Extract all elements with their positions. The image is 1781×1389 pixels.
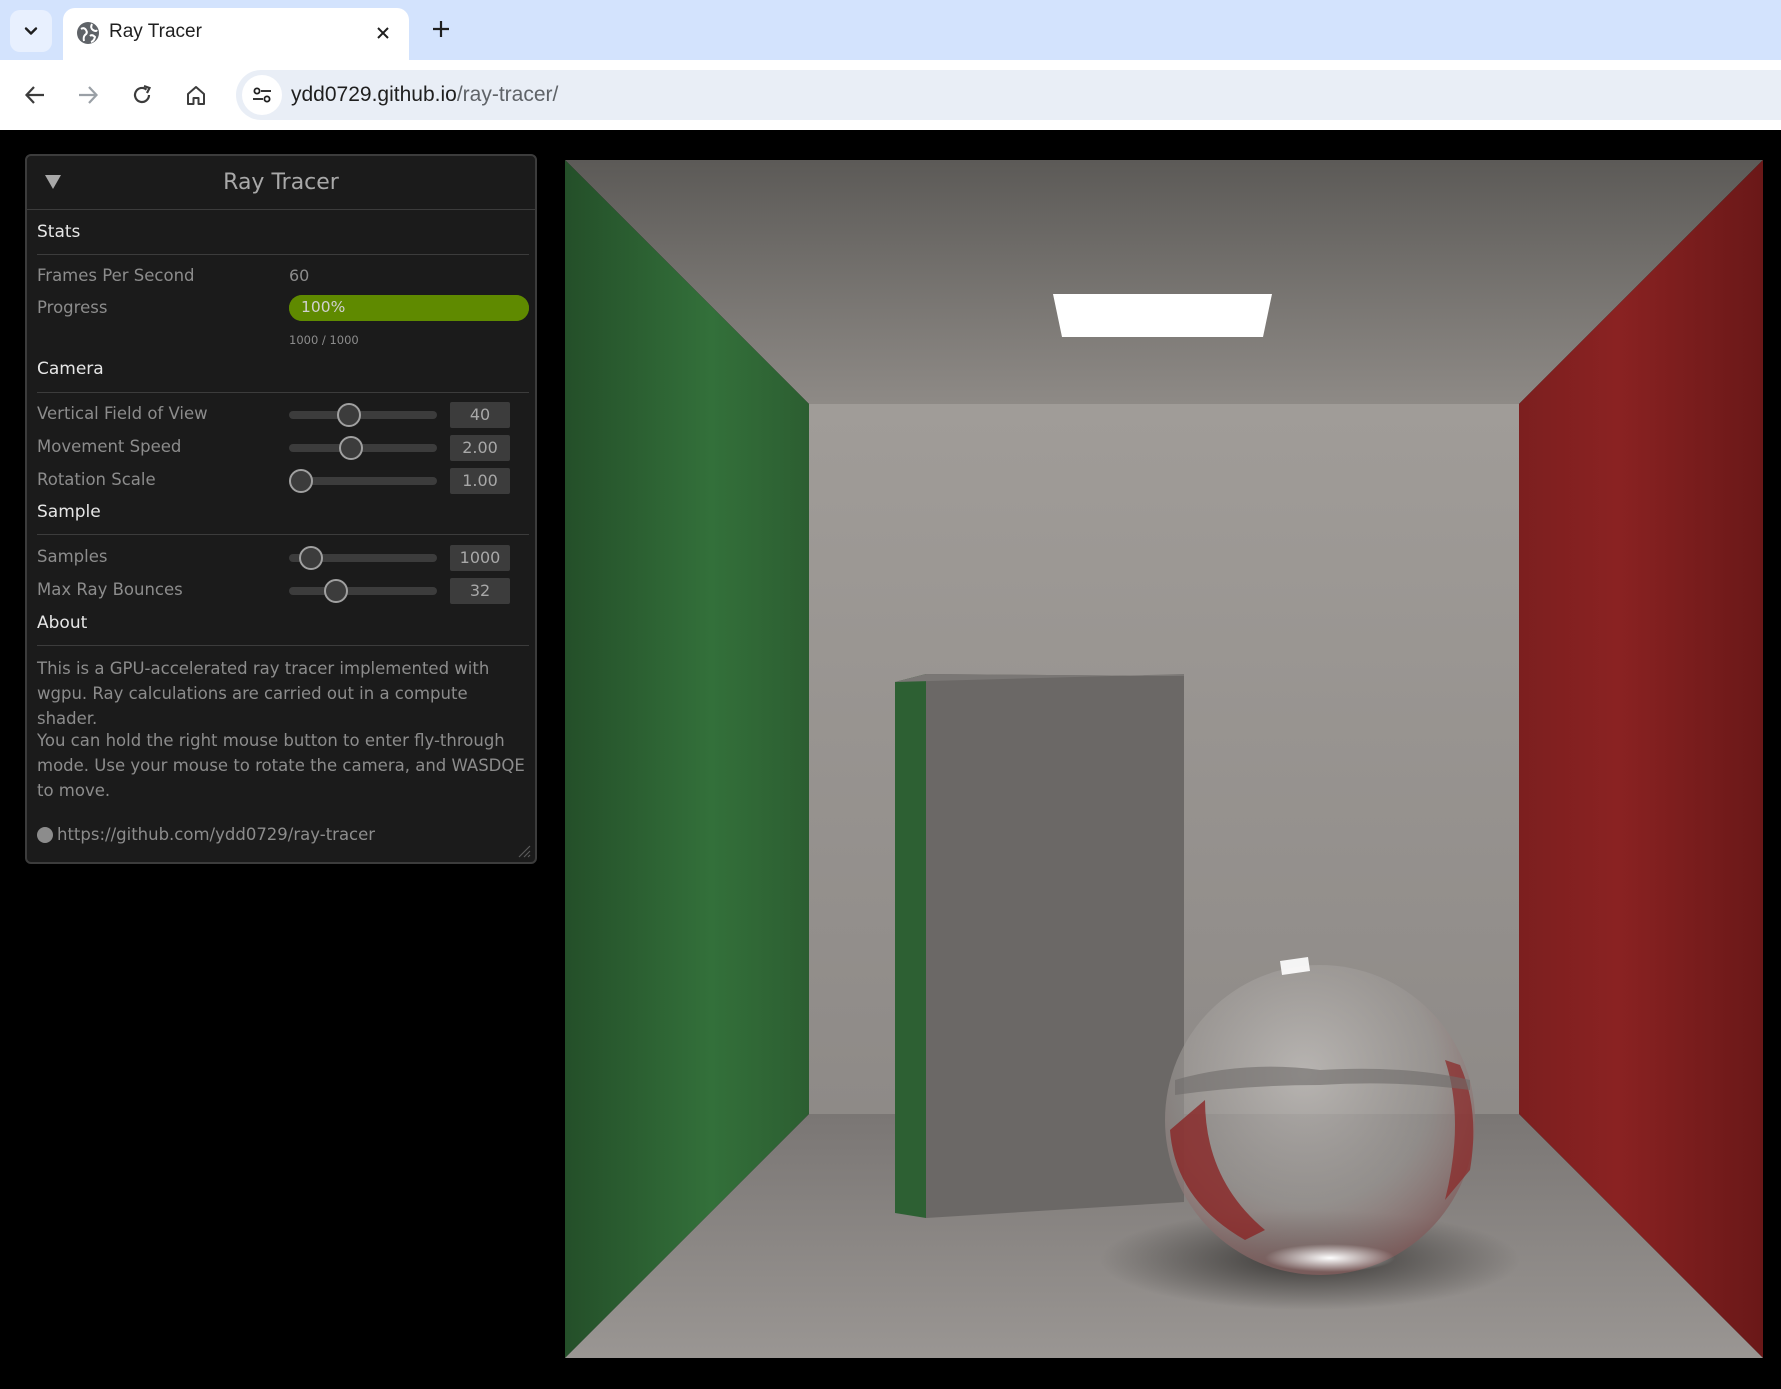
section-stats[interactable]: Stats: [37, 222, 80, 242]
bounces-value-input[interactable]: 32: [450, 578, 510, 604]
progress-count: 1000 / 1000: [289, 333, 359, 347]
slider-track: [289, 587, 437, 595]
fov-slider[interactable]: [289, 403, 437, 427]
tune-icon: [253, 87, 271, 103]
about-paragraph-1: This is a GPU-accelerated ray tracer imp…: [37, 659, 490, 728]
tab-title: Ray Tracer: [109, 21, 202, 42]
panel-header[interactable]: Ray Tracer: [27, 156, 535, 210]
close-tab-icon[interactable]: [369, 19, 397, 47]
cornell-box-render: [565, 160, 1763, 1358]
tab-strip: Ray Tracer: [0, 0, 1781, 60]
section-sample[interactable]: Sample: [37, 502, 101, 522]
rotation-value-input[interactable]: 1.00: [450, 468, 510, 494]
samples-label: Samples: [37, 547, 108, 566]
new-tab-button[interactable]: [424, 12, 458, 46]
url-text: ydd0729.github.io/ray-tracer/: [291, 83, 558, 107]
divider: [37, 534, 529, 535]
samples-value-input[interactable]: 1000: [450, 545, 510, 571]
speed-slider[interactable]: [289, 436, 437, 460]
rotation-slider[interactable]: [289, 469, 437, 493]
fps-value: 60: [289, 266, 310, 285]
section-camera[interactable]: Camera: [37, 359, 104, 379]
progress-bar: 100%: [289, 295, 529, 321]
rotation-label: Rotation Scale: [37, 470, 156, 489]
github-link[interactable]: https://github.com/ydd0729/ray-tracer: [37, 825, 375, 844]
ceiling-light: [1053, 294, 1272, 337]
forward-arrow-icon: [79, 86, 99, 104]
slider-knob[interactable]: [298, 546, 323, 570]
fps-label: Frames Per Second: [37, 266, 195, 285]
chevron-down-icon: [24, 27, 38, 35]
url-path: /ray-tracer/: [456, 83, 559, 106]
speed-value-input[interactable]: 2.00: [450, 435, 510, 461]
samples-slider[interactable]: [289, 546, 437, 570]
plus-icon: [433, 21, 449, 37]
fov-value-input[interactable]: 40: [450, 402, 510, 428]
bounces-label: Max Ray Bounces: [37, 580, 183, 599]
progress-label: Progress: [37, 298, 108, 317]
divider: [37, 392, 529, 393]
resize-grip-icon[interactable]: [515, 842, 531, 858]
divider: [37, 254, 529, 255]
home-button[interactable]: [177, 76, 215, 114]
back-arrow-icon: [24, 86, 44, 104]
browser-tab[interactable]: Ray Tracer: [63, 8, 409, 60]
home-icon: [187, 86, 205, 105]
section-about[interactable]: About: [37, 613, 87, 633]
glass-sphere: [1165, 965, 1475, 1275]
progress-text: 100%: [301, 298, 346, 316]
slider-track: [289, 411, 437, 419]
speed-label: Movement Speed: [37, 437, 182, 456]
slider-knob[interactable]: [289, 469, 313, 493]
slider-knob[interactable]: [323, 579, 348, 603]
slider-track: [289, 444, 437, 452]
slider-knob[interactable]: [337, 403, 362, 427]
reload-icon: [133, 84, 152, 104]
slider-knob[interactable]: [338, 436, 363, 460]
panel-title: Ray Tracer: [223, 170, 339, 195]
tab-search-button[interactable]: [10, 10, 52, 52]
url-host: ydd0729.github.io: [291, 83, 457, 106]
github-link-text: https://github.com/ydd0729/ray-tracer: [57, 825, 376, 844]
bounces-slider[interactable]: [289, 579, 437, 603]
site-info-button[interactable]: [242, 75, 282, 115]
reload-button[interactable]: [123, 76, 161, 114]
back-button[interactable]: [16, 76, 54, 114]
forward-button[interactable]: [69, 76, 107, 114]
about-paragraph-2: You can hold the right mouse button to e…: [37, 731, 525, 800]
browser-toolbar: ydd0729.github.io/ray-tracer/: [0, 60, 1781, 130]
github-icon: [37, 826, 53, 843]
fov-label: Vertical Field of View: [37, 404, 208, 423]
control-panel: Ray Tracer Stats Frames Per Second 60 Pr…: [25, 154, 537, 864]
address-bar[interactable]: ydd0729.github.io/ray-tracer/: [236, 70, 1781, 120]
render-canvas[interactable]: [565, 160, 1763, 1358]
divider: [37, 645, 529, 646]
globe-icon: [77, 22, 99, 44]
